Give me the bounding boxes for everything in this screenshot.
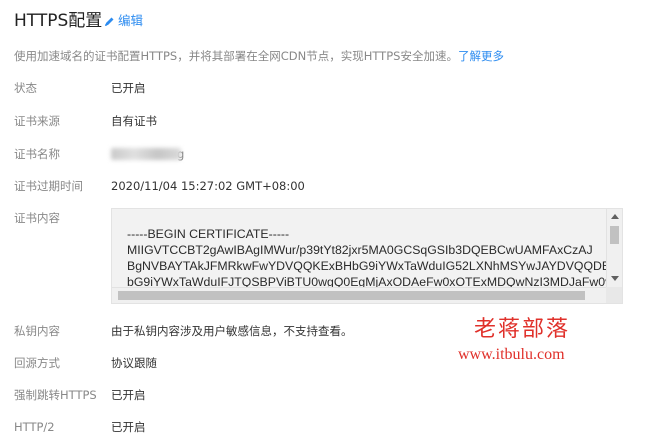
status-label: 状态 [14, 81, 37, 95]
vertical-scroll-thumb[interactable] [610, 226, 619, 244]
http2-value: 已开启 [111, 420, 146, 434]
origin-method-label: 回源方式 [14, 356, 60, 370]
force-redirect-label: 强制跳转HTTPS [14, 388, 97, 402]
origin-method-value: 协议跟随 [111, 356, 157, 370]
cert-name-label: 证书名称 [14, 147, 60, 161]
redacted-blur [111, 147, 181, 160]
edit-label: 编辑 [118, 13, 144, 28]
watermark-url: www.itbulu.com [458, 346, 565, 363]
scroll-down-icon[interactable] [611, 276, 619, 281]
private-key-value: 由于私钥内容涉及用户敏感信息，不支持查看。 [111, 324, 353, 338]
page-title: HTTPS配置 [14, 11, 103, 31]
force-redirect-value: 已开启 [111, 388, 146, 402]
pencil-icon [104, 16, 115, 27]
section-description: 使用加速域名的证书配置HTTPS，并将其部署在全网CDN节点，实现HTTPS安全… [14, 48, 504, 64]
description-text: 使用加速域名的证书配置HTTPS，并将其部署在全网CDN节点，实现HTTPS安全… [14, 49, 458, 63]
cert-source-value: 自有证书 [111, 114, 157, 128]
scroll-up-icon[interactable] [611, 214, 619, 219]
scrollbar-corner [606, 287, 622, 303]
edit-button[interactable]: 编辑 [104, 13, 143, 29]
horizontal-scrollbar[interactable] [112, 287, 622, 303]
watermark-name: 老蒋部落 [474, 317, 571, 342]
learn-more-link[interactable]: 了解更多 [458, 49, 504, 63]
horizontal-scroll-thumb[interactable] [118, 291, 585, 300]
cert-source-label: 证书来源 [14, 114, 60, 128]
cert-content-text: -----BEGIN CERTIFICATE----- MIIGVTCCBT2g… [127, 227, 623, 289]
cert-expiry-value: 2020/11/04 15:27:02 GMT+08:00 [111, 179, 305, 193]
http2-label: HTTP/2 [14, 420, 55, 434]
cert-name-value: g [111, 145, 184, 162]
cert-content-label: 证书内容 [14, 211, 60, 225]
cert-expiry-label: 证书过期时间 [14, 179, 83, 193]
status-value: 已开启 [111, 81, 146, 95]
private-key-label: 私钥内容 [14, 324, 60, 338]
cert-content-box[interactable]: -----BEGIN CERTIFICATE----- MIIGVTCCBT2g… [111, 208, 623, 304]
vertical-scrollbar[interactable] [606, 209, 622, 287]
